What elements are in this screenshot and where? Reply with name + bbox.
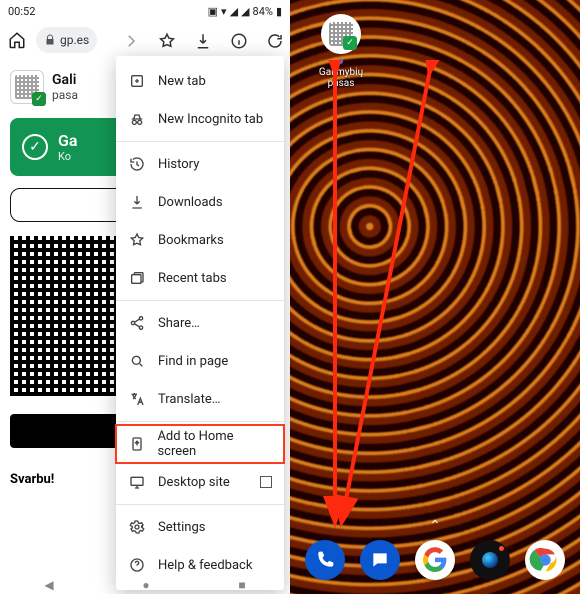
battery-icon: ▮ xyxy=(276,5,282,18)
star-icon xyxy=(128,232,146,248)
translate-icon xyxy=(128,391,146,407)
menu-item-bookmarks[interactable]: Bookmarks xyxy=(116,221,284,259)
page-subtitle: pasa xyxy=(52,88,78,102)
menu-item-new-tab[interactable]: New tab xyxy=(116,62,284,100)
page-title: Gali xyxy=(52,72,78,88)
plus-square-icon xyxy=(128,73,146,89)
drawer-caret-icon[interactable]: ⌃ xyxy=(429,518,441,534)
url-host: gp.es xyxy=(60,33,89,47)
share-icon xyxy=(128,315,146,331)
dock-google[interactable] xyxy=(415,540,455,580)
menu-item-label: Recent tabs xyxy=(158,271,227,286)
dock-messages[interactable] xyxy=(360,540,400,580)
signal-icon: ◢ xyxy=(241,5,249,18)
menu-item-add-home[interactable]: Add to Home screen xyxy=(116,425,284,463)
star-icon[interactable] xyxy=(158,32,176,50)
shortcut-label: Galimybių pasas xyxy=(319,67,363,89)
battery-text: 84% xyxy=(253,5,273,18)
status-icons: ▣ ▾ ◢ ◢ 84% ▮ xyxy=(208,5,282,18)
desktop-icon xyxy=(128,474,146,490)
home-icon[interactable] xyxy=(8,31,26,49)
android-nav-bar: ◀ ● ■ xyxy=(0,576,290,594)
menu-item-label: Bookmarks xyxy=(158,233,224,248)
menu-item-label: Find in page xyxy=(158,354,228,369)
card-line2: Ko xyxy=(58,150,78,163)
menu-item-label: Add to Home screen xyxy=(157,429,272,459)
status-time: 00:52 xyxy=(8,5,35,18)
menu-item-label: History xyxy=(158,157,199,172)
info-icon[interactable] xyxy=(230,32,248,50)
wifi-icon: ▾ xyxy=(221,5,227,18)
nav-recent-icon[interactable]: ■ xyxy=(238,578,245,592)
history-icon xyxy=(128,156,146,172)
status-bar: 00:52 ▣ ▾ ◢ ◢ 84% ▮ xyxy=(0,0,290,22)
dock-phone[interactable] xyxy=(305,540,345,580)
forward-icon[interactable] xyxy=(122,32,140,50)
menu-item-find[interactable]: Find in page xyxy=(116,342,284,380)
browser-pane: 00:52 ▣ ▾ ◢ ◢ 84% ▮ gp.es ✓ Gali p xyxy=(0,0,290,594)
menu-item-label: Help & feedback xyxy=(158,558,252,573)
check-icon: ✓ xyxy=(22,134,48,160)
menu-item-label: Share… xyxy=(158,316,200,331)
menu-item-label: New Incognito tab xyxy=(158,112,263,127)
wallpaper xyxy=(290,0,580,594)
menu-item-incognito[interactable]: New Incognito tab xyxy=(116,100,284,138)
menu-separator xyxy=(116,300,284,301)
menu-item-share[interactable]: Share… xyxy=(116,304,284,342)
dock-chrome[interactable] xyxy=(525,540,565,580)
menu-separator xyxy=(116,421,284,422)
reload-icon[interactable] xyxy=(266,32,284,50)
signal-icon: ◢ xyxy=(230,5,238,18)
menu-item-translate[interactable]: Translate… xyxy=(116,380,284,418)
menu-item-label: Downloads xyxy=(158,195,223,210)
menu-item-label: New tab xyxy=(158,74,206,89)
card-line1: Ga xyxy=(58,131,78,150)
browser-toolbar xyxy=(122,26,284,56)
nav-home-icon[interactable]: ● xyxy=(142,578,149,592)
debug-icon: ▣ xyxy=(208,5,218,18)
tabs-icon xyxy=(128,270,146,286)
menu-item-settings[interactable]: Settings xyxy=(116,508,284,546)
menu-item-label: Desktop site xyxy=(158,475,230,490)
menu-item-label: Translate… xyxy=(158,392,220,407)
menu-item-history[interactable]: History xyxy=(116,145,284,183)
add-home-icon xyxy=(128,436,145,452)
incognito-icon xyxy=(128,111,146,127)
download-icon xyxy=(128,194,146,210)
lock-icon xyxy=(44,34,56,46)
url-pill[interactable]: gp.es xyxy=(36,27,97,53)
checkbox[interactable] xyxy=(260,476,272,488)
help-icon xyxy=(128,557,146,573)
menu-item-downloads[interactable]: Downloads xyxy=(116,183,284,221)
menu-item-label: Settings xyxy=(158,520,205,535)
homescreen-pane: ✓ Galimybių pasas ⌃ xyxy=(290,0,580,594)
dock-camera[interactable] xyxy=(470,540,510,580)
dock xyxy=(290,540,580,580)
find-icon xyxy=(128,353,146,369)
menu-separator xyxy=(116,141,284,142)
overflow-menu: New tab New Incognito tab History Downloads… xyxy=(116,56,284,590)
menu-separator xyxy=(116,504,284,505)
menu-item-desktop[interactable]: Desktop site xyxy=(116,463,284,501)
nav-back-icon[interactable]: ◀ xyxy=(44,578,53,592)
menu-item-recent[interactable]: Recent tabs xyxy=(116,259,284,297)
homescreen-shortcut[interactable]: ✓ Galimybių pasas xyxy=(318,14,364,89)
settings-icon xyxy=(128,519,146,535)
qr-badge-icon: ✓ xyxy=(10,70,44,104)
download-icon[interactable] xyxy=(194,32,212,50)
